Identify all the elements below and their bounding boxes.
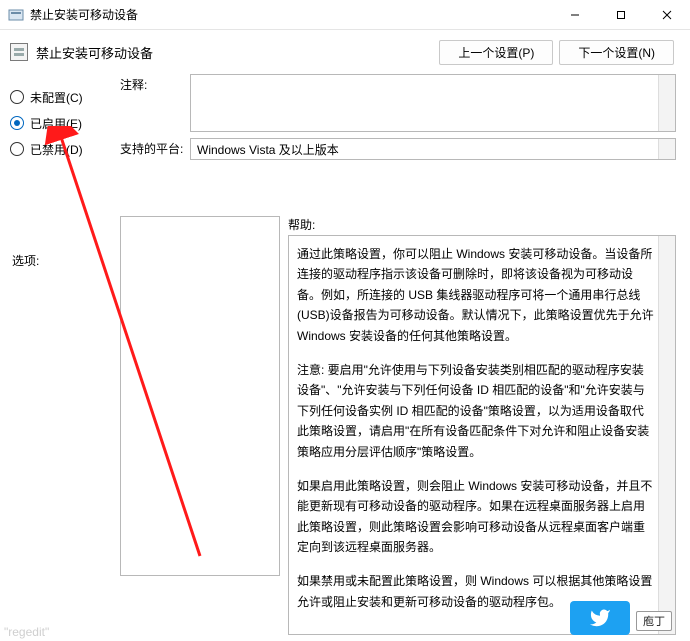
radio-disabled[interactable]: 已禁用(D) xyxy=(10,136,120,162)
radio-enabled[interactable]: 已启用(E) xyxy=(10,110,120,136)
minimize-button[interactable] xyxy=(552,0,598,29)
radio-icon xyxy=(10,90,24,104)
radio-label: 已禁用(D) xyxy=(30,141,83,158)
radio-label: 已启用(E) xyxy=(30,115,82,132)
comment-textarea[interactable] xyxy=(190,74,676,132)
radio-label: 未配置(C) xyxy=(30,89,83,106)
help-text-box[interactable]: 通过此策略设置，你可以阻止 Windows 安装可移动设备。当设备所连接的驱动程… xyxy=(288,235,676,635)
app-icon xyxy=(8,7,24,23)
watermark-logo xyxy=(570,601,630,635)
help-paragraph: 通过此策略设置，你可以阻止 Windows 安装可移动设备。当设备所连接的驱动程… xyxy=(297,244,655,346)
comment-label: 注释: xyxy=(120,74,190,132)
titlebar: 禁止安装可移动设备 xyxy=(0,0,690,30)
window-title: 禁止安装可移动设备 xyxy=(30,6,552,23)
footer-faded-text: "regedit" xyxy=(4,625,49,639)
close-button[interactable] xyxy=(644,0,690,29)
watermark-text: 庖丁 xyxy=(636,611,672,631)
help-paragraph: 如果启用此策略设置，则会阻止 Windows 安装可移动设备，并且不能更新现有可… xyxy=(297,476,655,558)
next-setting-button[interactable]: 下一个设置(N) xyxy=(559,40,674,65)
subheader: 禁止安装可移动设备 上一个设置(P) 下一个设置(N) xyxy=(0,30,690,74)
maximize-button[interactable] xyxy=(598,0,644,29)
radio-icon xyxy=(10,142,24,156)
options-label: 选项: xyxy=(12,252,120,269)
state-radio-group: 未配置(C) 已启用(E) 已禁用(D) 选项: xyxy=(10,74,120,604)
supported-platform-value: Windows Vista 及以上版本 xyxy=(190,138,676,160)
window-buttons xyxy=(552,0,690,29)
help-label: 帮助: xyxy=(288,216,676,233)
policy-icon xyxy=(10,43,28,61)
radio-not-configured[interactable]: 未配置(C) xyxy=(10,84,120,110)
help-paragraph: 注意: 要启用"允许使用与下列设备安装类别相匹配的驱动程序安装设备"、"允许安装… xyxy=(297,360,655,462)
previous-setting-button[interactable]: 上一个设置(P) xyxy=(439,40,553,65)
supported-platform-label: 支持的平台: xyxy=(120,138,190,160)
policy-title: 禁止安装可移动设备 xyxy=(36,43,439,62)
radio-icon xyxy=(10,116,24,130)
options-box[interactable] xyxy=(120,216,280,576)
